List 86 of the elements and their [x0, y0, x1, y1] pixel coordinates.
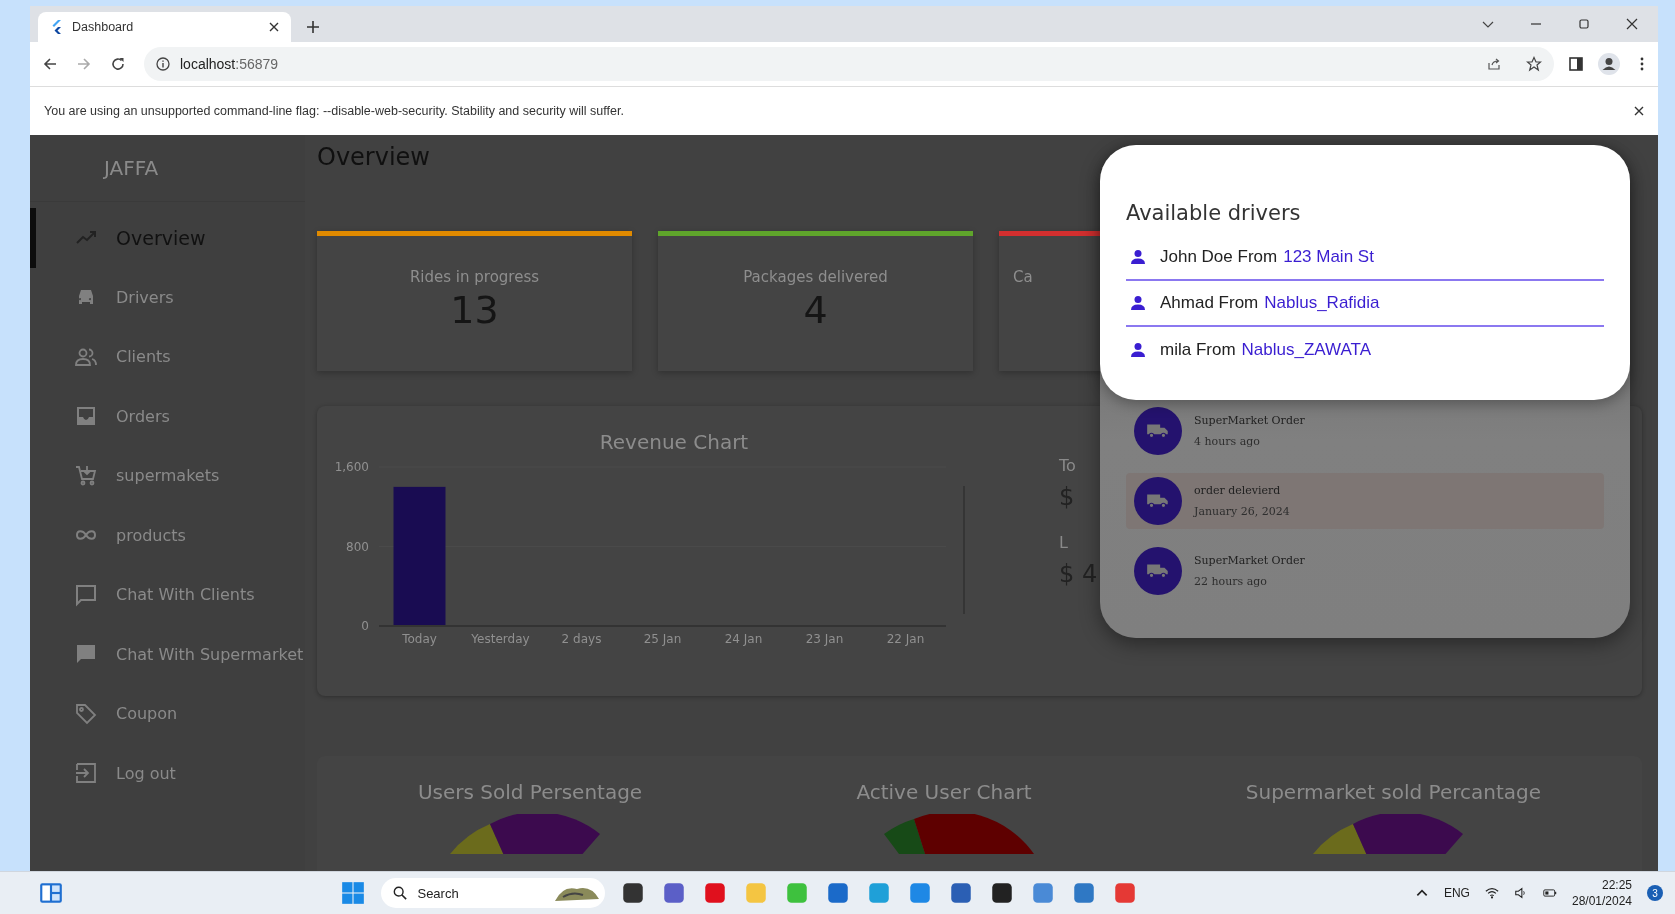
speaker-icon[interactable]: [1513, 886, 1528, 900]
share-icon[interactable]: [1486, 56, 1502, 72]
search-field[interactable]: Search: [381, 878, 606, 908]
sidebar-item[interactable]: Log out: [30, 743, 305, 803]
cart-icon: [74, 463, 98, 488]
y-tick-label: 1,600: [334, 462, 369, 474]
x-tick-label: 24 Jan: [724, 632, 763, 646]
notification-title: SuperMarket Order: [1194, 414, 1305, 427]
wifi-icon[interactable]: [1484, 886, 1499, 900]
dialog-title: Available drivers: [1126, 201, 1302, 225]
tab-title: Dashboard: [72, 20, 135, 34]
stat-label: Ca: [1013, 268, 1033, 286]
driver-location[interactable]: 123 Main St: [1283, 247, 1374, 267]
battery-icon[interactable]: [1542, 886, 1557, 900]
info-icon: [156, 57, 170, 71]
notification-time: January 26, 2024: [1194, 505, 1290, 518]
truck-icon: [1134, 477, 1182, 525]
x-tick-label: 25 Jan: [643, 632, 682, 646]
notification-time: 22 hours ago: [1194, 575, 1268, 588]
stat-label: Packages delivered: [743, 268, 888, 286]
widgets-icon[interactable]: [38, 880, 64, 906]
flutter-logo-icon: [50, 20, 62, 34]
browser-tab[interactable]: Dashboard: [38, 12, 291, 42]
y-tick-label: 0: [361, 619, 369, 633]
person-icon: [1130, 249, 1146, 265]
time-text: 22:25: [1602, 877, 1632, 893]
x-tick-label: Yesterday: [471, 632, 530, 646]
chat-bubble-icon: [74, 582, 98, 607]
chart-title: Active User Chart: [856, 780, 1032, 804]
truck-icon: [1134, 547, 1182, 595]
driver-name: mila From: [1160, 340, 1236, 360]
notification-title: order delevierd: [1194, 484, 1282, 497]
notification-item[interactable]: order delevierd January 26, 2024: [1126, 473, 1604, 529]
tag-icon: [74, 701, 98, 726]
new-tab-icon[interactable]: [307, 21, 319, 33]
notification-item[interactable]: SuperMarket Order 22 hours ago: [1126, 543, 1604, 599]
x-tick-label: Today: [402, 632, 437, 646]
driver-location[interactable]: Nablus_ZAWATA: [1241, 340, 1371, 360]
star-icon[interactable]: [1526, 56, 1542, 72]
profile-avatar-icon[interactable]: [1598, 53, 1620, 75]
back-arrow-icon[interactable]: [42, 56, 58, 72]
close-tab-icon[interactable]: [269, 22, 279, 32]
x-tick-label: 23 Jan: [805, 632, 844, 646]
chart-title: Supermarket sold Percantage: [1245, 780, 1542, 804]
sidebar-item[interactable]: Orders: [30, 386, 305, 446]
total-text: L: [1059, 533, 1069, 552]
sidebar-item[interactable]: Chat With Clients: [30, 565, 305, 625]
search-icon: [393, 886, 408, 900]
clock[interactable]: 22:25 28/01/2024: [1571, 877, 1632, 909]
driver-name: John Doe From: [1160, 247, 1278, 267]
y-tick-label: 800: [346, 539, 369, 554]
logout-icon: [74, 761, 98, 786]
sidebar-item[interactable]: Clients: [30, 327, 305, 387]
chart-title: Users Sold Persentage: [417, 780, 643, 804]
address-bar[interactable]: localhost:56879: [144, 47, 1554, 81]
language-indicator[interactable]: ENG: [1443, 886, 1470, 900]
notification-item[interactable]: SuperMarket Order 4 hours ago: [1126, 403, 1604, 459]
person-icon: [1130, 295, 1146, 311]
notification-title: SuperMarket Order: [1194, 554, 1305, 567]
notification-time: 4 hours ago: [1194, 435, 1261, 448]
sidebar-item[interactable]: Drivers: [30, 267, 305, 327]
x-tick-label: 2 days: [561, 632, 602, 646]
truck-icon: [1134, 407, 1182, 455]
close-icon[interactable]: [1626, 18, 1638, 30]
sidebar-item[interactable]: Chat With Supermarket: [30, 624, 305, 684]
reload-icon[interactable]: [110, 56, 126, 72]
notification-count-badge[interactable]: 3: [1647, 885, 1663, 901]
driver-name: Ahmad From: [1160, 293, 1259, 313]
driver-location[interactable]: Nablus_Rafidia: [1264, 293, 1380, 313]
restore-icon[interactable]: [1578, 18, 1590, 30]
warning-message: You are using an unsupported command-line flag: --disable-web-security. Stability and security will suffer.: [44, 104, 625, 118]
stat-label: Rides in progress: [409, 268, 540, 286]
sidebar-item[interactable]: Coupon: [30, 684, 305, 744]
total-text: To: [1059, 456, 1077, 475]
sidebar-item[interactable]: supermakets: [30, 446, 305, 506]
side-panel-icon[interactable]: [1568, 56, 1584, 72]
address-text: localhost:56879: [180, 56, 279, 72]
date-text: 28/01/2024: [1571, 893, 1632, 909]
close-icon[interactable]: [1634, 106, 1644, 116]
person-icon: [1130, 342, 1146, 358]
logo-text: JAFFA: [30, 135, 305, 202]
total-text: $: [1059, 483, 1076, 511]
chart-title: Revenue Chart: [599, 430, 749, 454]
sidebar-item[interactable]: products: [30, 505, 305, 565]
x-tick-label: 22 Jan: [886, 632, 925, 646]
start-icon[interactable]: [340, 880, 367, 906]
